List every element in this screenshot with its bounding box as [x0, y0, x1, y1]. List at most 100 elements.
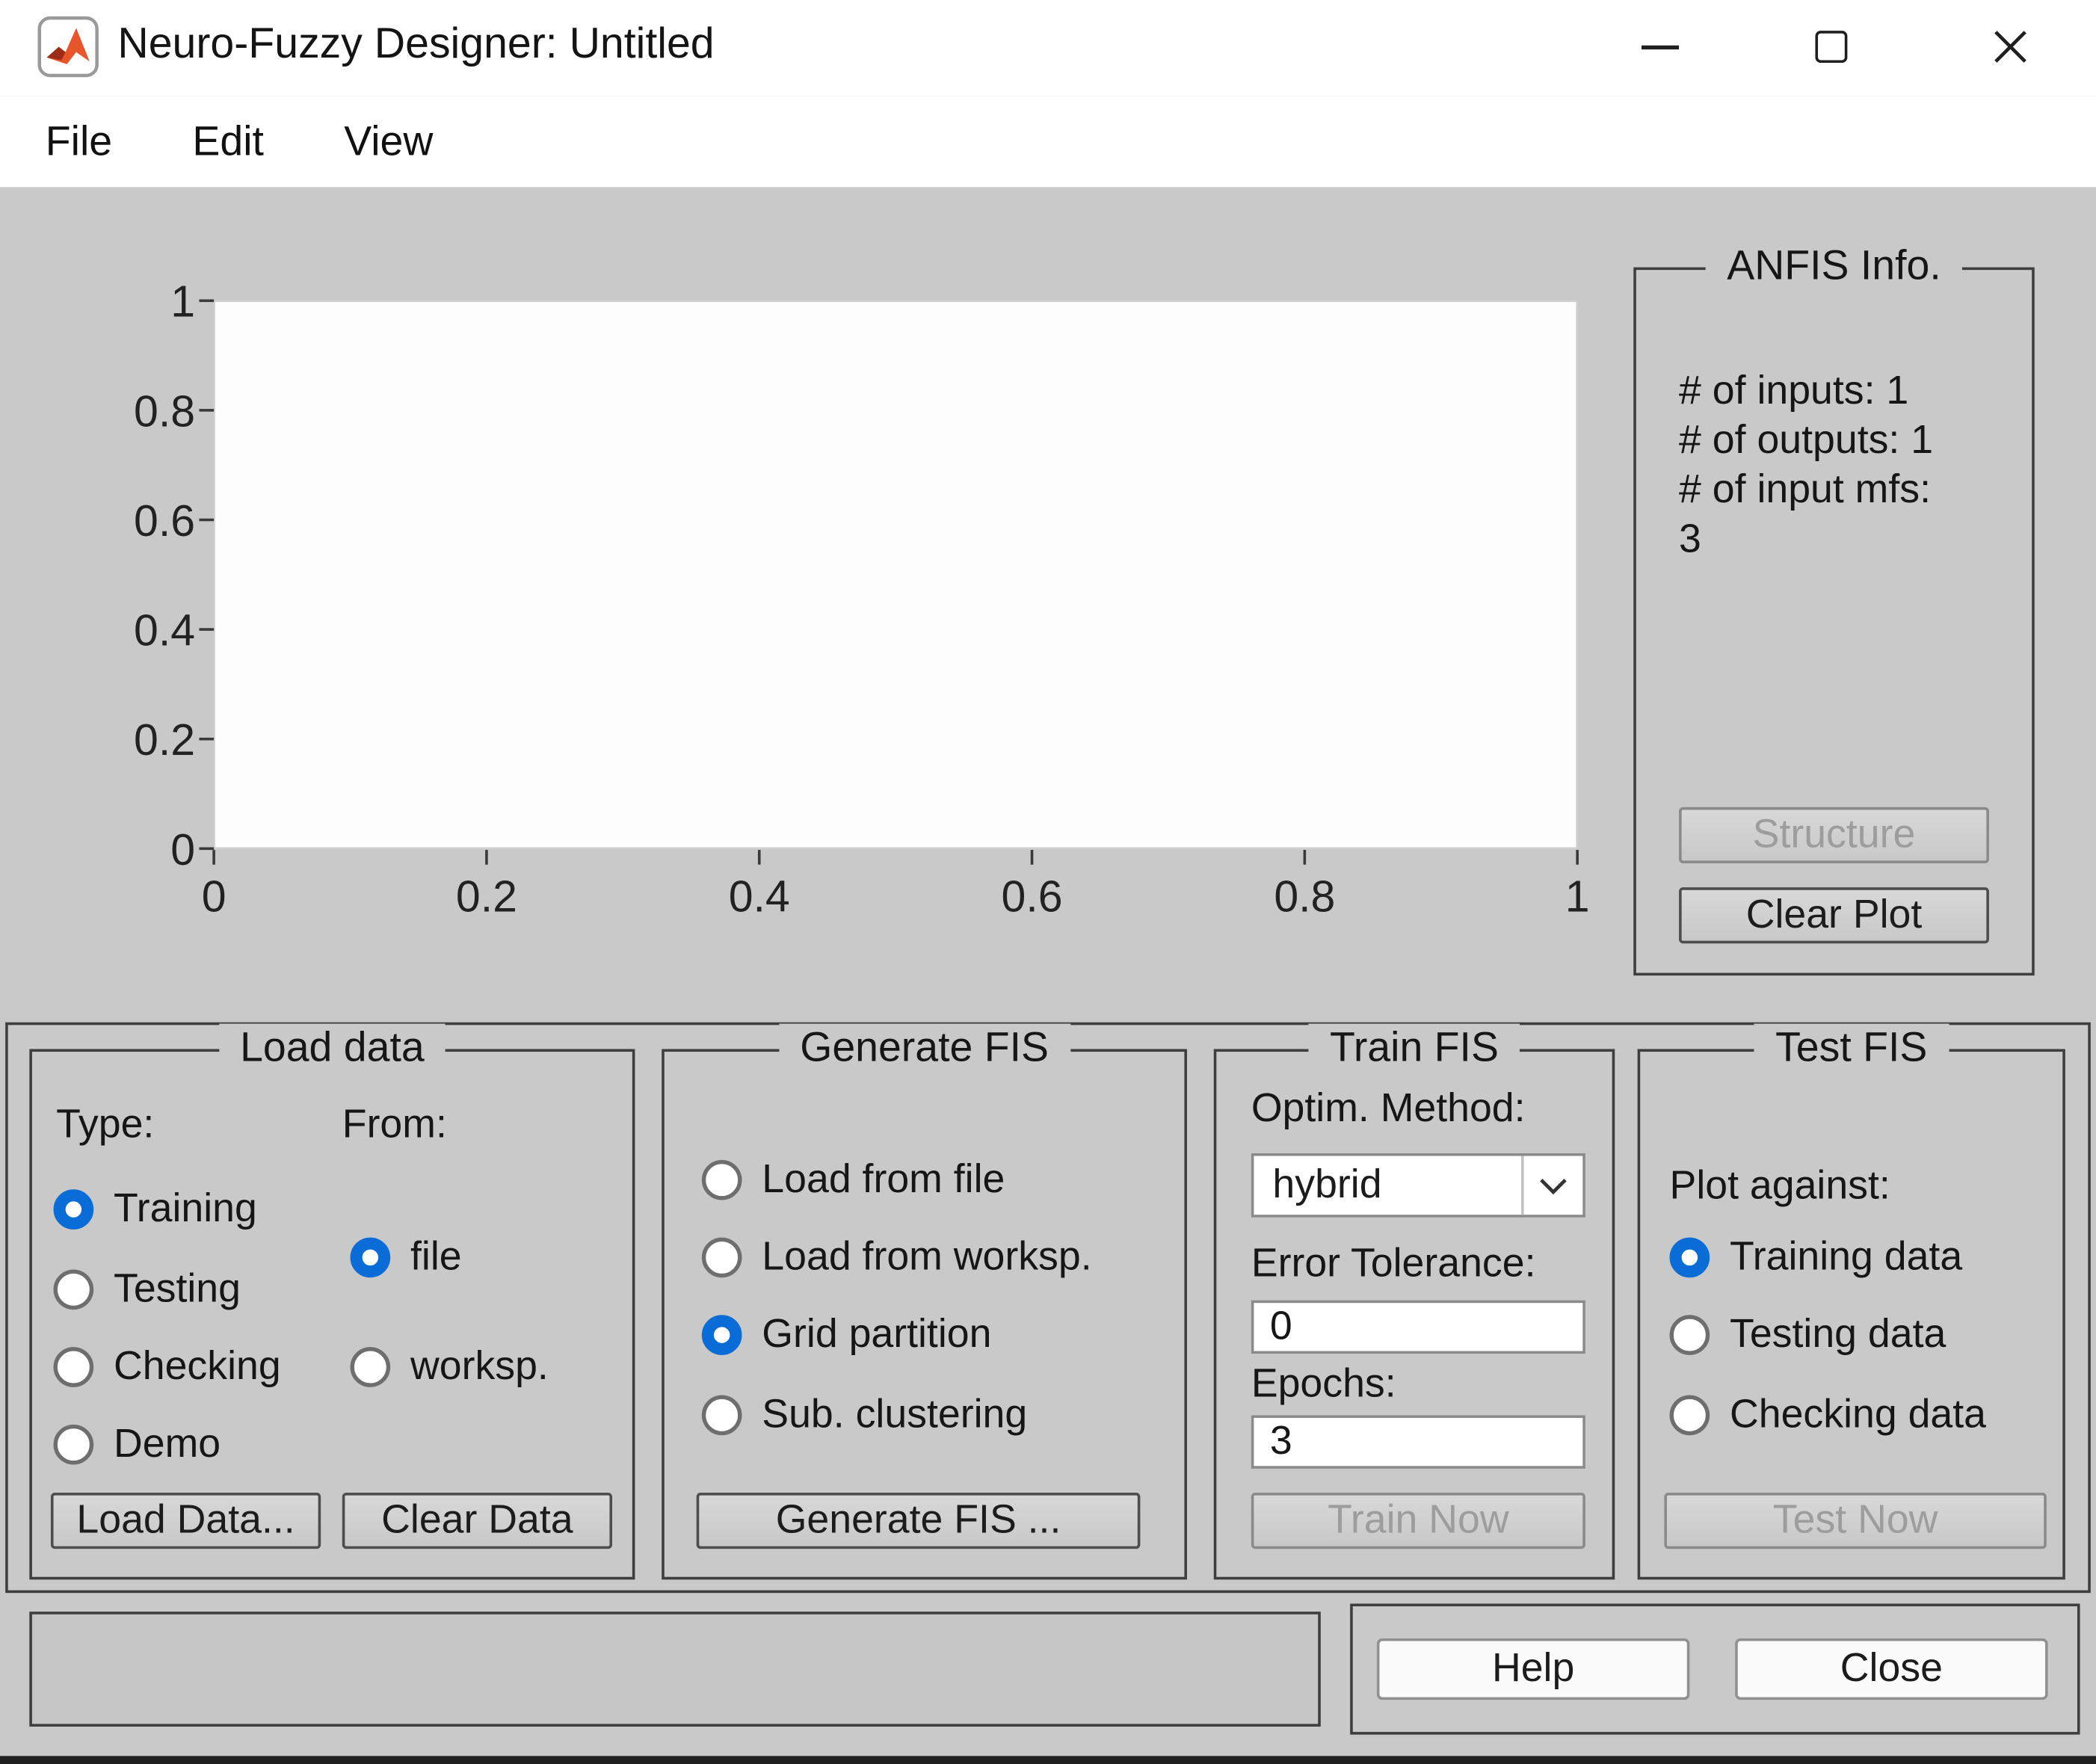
test-fis-title: Test FIS: [1754, 1024, 1949, 1072]
x-tick-mark: [1304, 850, 1307, 865]
anfis-inputs-count: # of inputs: 1: [1679, 366, 1933, 416]
anfis-outputs-count: # of outputs: 1: [1679, 416, 1933, 465]
train-fis-title: Train FIS: [1308, 1024, 1520, 1072]
x-tick-label: 0: [141, 872, 288, 922]
x-tick-mark: [212, 850, 215, 865]
radio-indicator: [54, 1425, 94, 1465]
anfis-info-title: ANFIS Info.: [1706, 242, 1963, 290]
menu-file[interactable]: File: [34, 112, 123, 171]
radio-indicator: [1670, 1315, 1710, 1355]
radio-training-data[interactable]: Training data: [1670, 1233, 1963, 1281]
menu-view[interactable]: View: [333, 112, 444, 171]
y-tick-label: 0.8: [40, 386, 195, 437]
anfis-info-panel: ANFIS Info. # of inputs: 1 # of outputs:…: [1633, 268, 2034, 976]
radio-indicator: [702, 1315, 742, 1355]
radio-testing[interactable]: Testing: [54, 1265, 241, 1313]
generate-fis-panel: Generate FIS Load from file Load from wo…: [662, 1049, 1187, 1579]
radio-demo[interactable]: Demo: [54, 1421, 221, 1469]
y-tick-label: 0.2: [40, 715, 195, 766]
radio-testing-data[interactable]: Testing data: [1670, 1311, 1946, 1359]
optim-method-label: Optim. Method:: [1251, 1087, 1526, 1132]
test-fis-panel: Test FIS Plot against: Training data Tes…: [1638, 1049, 2065, 1579]
maximize-icon: [1815, 31, 1847, 63]
epochs-input[interactable]: [1251, 1415, 1585, 1469]
x-tick-mark: [1031, 850, 1034, 865]
anfis-input-mfs-label: # of input mfs:: [1679, 465, 1933, 514]
close-icon: [1992, 28, 2029, 66]
clear-plot-button[interactable]: Clear Plot: [1679, 887, 1989, 943]
y-tick-label: 0.6: [40, 496, 195, 546]
radio-indicator: [702, 1396, 742, 1436]
generate-fis-title: Generate FIS: [779, 1024, 1070, 1072]
radio-indicator: [702, 1238, 742, 1278]
menu-bar: File Edit View: [0, 96, 2096, 188]
radio-training[interactable]: Training: [54, 1185, 257, 1233]
load-data-title: Load data: [218, 1024, 446, 1072]
y-tick-mark: [199, 628, 214, 631]
x-tick-mark: [758, 850, 761, 865]
from-label: From:: [342, 1102, 447, 1148]
radio-indicator: [1670, 1238, 1710, 1278]
x-tick-label: 0.2: [413, 872, 561, 922]
y-tick-label: 0.4: [40, 605, 195, 656]
load-data-button[interactable]: Load Data...: [51, 1493, 321, 1549]
maximize-button[interactable]: [1770, 0, 1893, 93]
radio-from-worksp[interactable]: worksp.: [351, 1343, 549, 1391]
y-tick-mark: [199, 738, 214, 741]
radio-load-from-worksp[interactable]: Load from worksp.: [702, 1233, 1092, 1281]
test-now-button[interactable]: Test Now: [1664, 1493, 2046, 1549]
optim-method-select[interactable]: hybrid: [1251, 1153, 1585, 1218]
matlab-app-icon: [37, 16, 99, 77]
radio-indicator: [351, 1238, 391, 1278]
optim-method-value: hybrid: [1254, 1162, 1521, 1208]
radio-indicator: [54, 1189, 94, 1230]
generate-fis-button[interactable]: Generate FIS ...: [697, 1493, 1141, 1549]
chevron-down-icon: [1521, 1156, 1582, 1215]
x-tick-label: 1: [1504, 872, 1651, 922]
y-tick-mark: [199, 519, 214, 522]
radio-checking[interactable]: Checking: [54, 1343, 281, 1391]
radio-indicator: [351, 1347, 391, 1387]
app-window: Neuro-Fuzzy Designer: Untitled File Edit…: [0, 0, 2096, 1764]
plot-against-label: Plot against:: [1670, 1164, 1890, 1209]
x-tick-mark: [485, 850, 488, 865]
type-label: Type:: [56, 1102, 154, 1148]
anfis-input-mfs-value: 3: [1679, 514, 1933, 564]
y-tick-mark: [199, 848, 214, 851]
x-tick-mark: [1576, 850, 1579, 865]
menu-edit[interactable]: Edit: [182, 112, 274, 171]
structure-button[interactable]: Structure: [1679, 807, 1989, 863]
radio-indicator: [702, 1160, 742, 1200]
epochs-label: Epochs:: [1251, 1362, 1396, 1407]
plot-canvas: [214, 300, 1577, 848]
radio-indicator: [1670, 1396, 1710, 1436]
radio-indicator: [54, 1269, 94, 1310]
radio-grid-partition[interactable]: Grid partition: [702, 1311, 992, 1359]
load-data-panel: Load data Type: From: Training Testing C…: [29, 1049, 635, 1579]
radio-checking-data[interactable]: Checking data: [1670, 1391, 1986, 1439]
error-tolerance-label: Error Tolerance:: [1251, 1242, 1536, 1287]
train-fis-panel: Train FIS Optim. Method: hybrid Error To…: [1214, 1049, 1615, 1579]
error-tolerance-input[interactable]: [1251, 1301, 1585, 1354]
close-button[interactable]: Close: [1735, 1638, 2047, 1700]
y-tick-mark: [199, 409, 214, 412]
x-tick-label: 0.8: [1231, 872, 1378, 922]
minimize-icon: [1642, 45, 1679, 49]
help-button[interactable]: Help: [1377, 1638, 1689, 1700]
clear-data-button[interactable]: Clear Data: [342, 1493, 612, 1549]
x-tick-label: 0.6: [958, 872, 1106, 922]
radio-indicator: [54, 1347, 94, 1387]
train-now-button[interactable]: Train Now: [1251, 1493, 1585, 1549]
radio-load-from-file[interactable]: Load from file: [702, 1156, 1005, 1204]
minimize-button[interactable]: [1599, 0, 1722, 93]
title-bar: Neuro-Fuzzy Designer: Untitled: [0, 0, 2096, 96]
radio-from-file[interactable]: file: [351, 1233, 462, 1281]
close-window-button[interactable]: [1949, 0, 2072, 93]
radio-sub-clustering[interactable]: Sub. clustering: [702, 1391, 1027, 1439]
footer-buttons-frame: Help Close: [1350, 1603, 2080, 1734]
y-tick-label: 1: [40, 277, 195, 327]
y-tick-mark: [199, 299, 214, 302]
status-bar: [29, 1612, 1320, 1727]
y-tick-label: 0: [40, 824, 195, 875]
window-title: Neuro-Fuzzy Designer: Untitled: [117, 19, 714, 68]
